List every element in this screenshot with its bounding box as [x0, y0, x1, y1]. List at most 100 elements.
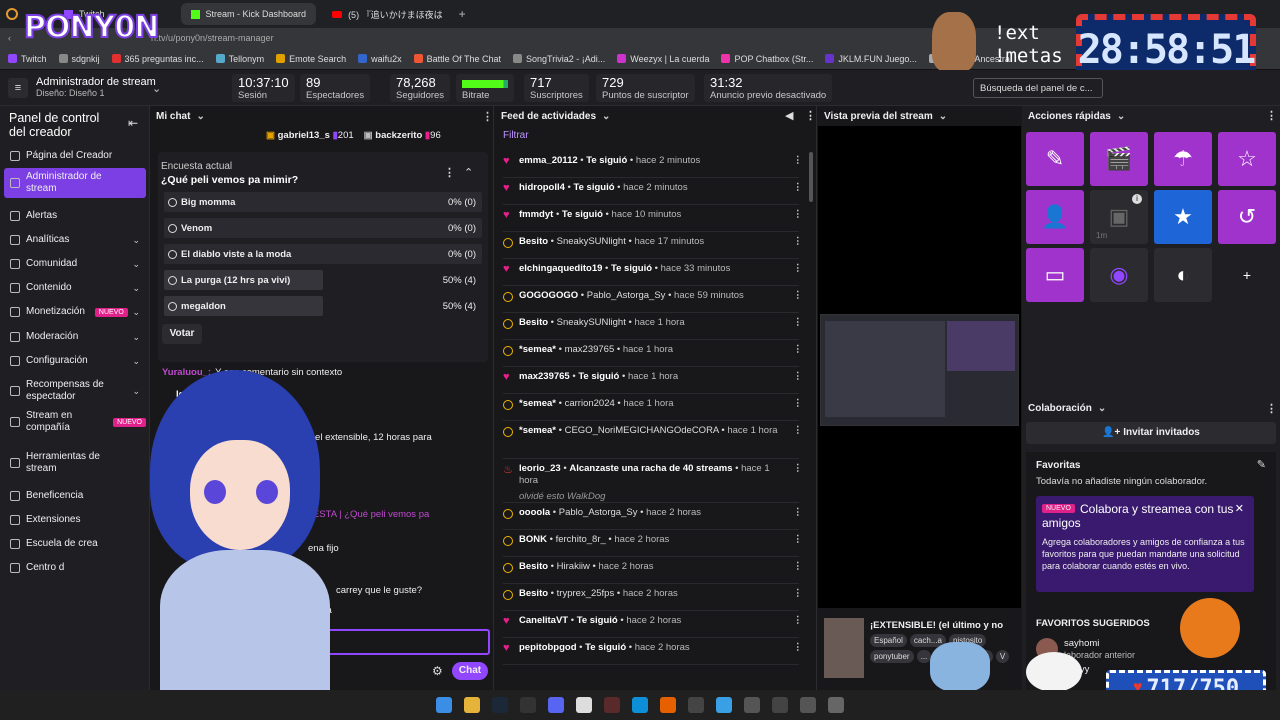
edit-icon[interactable]: ✎: [1257, 458, 1266, 471]
sidebar-item-8[interactable]: Moderación ⌄: [4, 327, 146, 347]
custom-action-button[interactable]: ◐: [1154, 248, 1212, 302]
feed-username[interactable]: max239765: [519, 371, 570, 382]
feed-username[interactable]: elchingaquedito19: [519, 263, 602, 274]
poll-menu-icon[interactable]: ⋮: [444, 166, 455, 179]
stream-tag[interactable]: V: [995, 650, 1010, 663]
bookmark-item[interactable]: waifu2x: [358, 54, 402, 64]
feed-item-menu-icon[interactable]: ⋮: [793, 642, 803, 653]
chevron-down-icon[interactable]: ⌄: [132, 235, 140, 246]
poll-collapse-icon[interactable]: ⌃: [464, 166, 473, 179]
feed-username[interactable]: *semea*: [519, 344, 556, 355]
chat-username[interactable]: Yuraluou_:: [162, 367, 211, 378]
feed-item[interactable]: ♥ emma_20112 • Te siguió • hace 2 minutos…: [503, 155, 803, 167]
feed-item[interactable]: ♨ leorio_23 • Alcanzaste una racha de 40 …: [503, 463, 803, 503]
sidebar-item-3[interactable]: Alertas: [4, 206, 146, 226]
collapse-sidebar-icon[interactable]: ⇤: [128, 116, 138, 130]
chat-message[interactable]: alta 1: [286, 466, 309, 477]
feed-item[interactable]: ♥ hidropoll4 • Te siguió • hace 2 minutos…: [503, 182, 803, 194]
extension-button[interactable]: ◉: [1090, 248, 1148, 302]
radio-button[interactable]: [168, 249, 177, 259]
chevron-down-icon[interactable]: ⌄: [132, 307, 140, 318]
firefox-icon[interactable]: [660, 697, 676, 713]
sidebar-item-13[interactable]: Beneficencia: [4, 486, 146, 506]
feed-item[interactable]: BONK • ferchito_8r_ • hace 2 horas ⋮: [503, 534, 803, 546]
replay-button[interactable]: ↺: [1218, 190, 1276, 244]
feed-item[interactable]: Besito • Hirakiiw • hace 2 horas ⋮: [503, 561, 803, 573]
feed-item-menu-icon[interactable]: ⋮: [793, 182, 803, 193]
feed-item-menu-icon[interactable]: ⋮: [793, 507, 803, 518]
feed-username[interactable]: leorio_23: [519, 463, 561, 474]
bookmark-item[interactable]: Twitch: [8, 54, 47, 64]
feed-item[interactable]: Besito • SneakySUNlight • hace 17 minuto…: [503, 236, 803, 248]
bookmark-item[interactable]: POP Chatbox (Str...: [721, 54, 813, 64]
feed-item-menu-icon[interactable]: ⋮: [793, 561, 803, 572]
chat-message[interactable]: ena fijo: [308, 543, 339, 554]
feed-item-menu-icon[interactable]: ⋮: [793, 236, 803, 247]
quick-panel-header[interactable]: Acciones rápidas ⌄: [1022, 106, 1125, 126]
feed-username[interactable]: emma_20112: [519, 155, 578, 166]
sidebar-item-15[interactable]: Escuela de crea: [4, 534, 146, 554]
ad-button[interactable]: ▣ 1m i: [1090, 190, 1148, 244]
stream-preview-video[interactable]: [820, 314, 1019, 426]
bookmark-item[interactable]: Battle Of The Chat: [413, 54, 501, 64]
sidebar-item-11[interactable]: Stream en compañía NUEVO: [4, 410, 146, 433]
bookmark-item[interactable]: SongTrivia2 - ¡Adi...: [513, 54, 605, 64]
poll-option[interactable]: Big momma 0% (0): [164, 192, 482, 212]
url-text[interactable]: n.tv/u/pony0n/stream-manager: [151, 33, 274, 43]
app-icon[interactable]: [800, 697, 816, 713]
chat-message[interactable]: leorio ena: [176, 389, 222, 400]
chat-panel-menu-icon[interactable]: ⋮: [482, 110, 493, 123]
feed-item[interactable]: *semea* • carrion2024 • hace 1 hora ⋮: [503, 398, 803, 410]
top-user-2[interactable]: ▣ backzerito ▮96: [364, 130, 441, 141]
feed-item-menu-icon[interactable]: ⋮: [793, 290, 803, 301]
top-user-1[interactable]: ▣ gabriel13_s ▮201: [266, 130, 354, 141]
feed-username[interactable]: Besito: [519, 317, 548, 328]
feed-item-menu-icon[interactable]: ⋮: [793, 463, 803, 474]
chevron-down-icon[interactable]: ⌄: [132, 259, 140, 270]
edge-icon[interactable]: [632, 697, 648, 713]
feed-username[interactable]: Besito: [519, 236, 548, 247]
stream-tag[interactable]: Español: [870, 634, 907, 647]
chat-message[interactable]: Yuraluou_: Y ese comentario sin contexto: [162, 367, 342, 378]
feed-username[interactable]: fmmdyt: [519, 209, 553, 220]
app-icon[interactable]: [772, 697, 788, 713]
layout-button[interactable]: ▭: [1026, 248, 1084, 302]
bookmark-item[interactable]: Weezyx | La cuerda: [617, 54, 709, 64]
file-explorer-icon[interactable]: [464, 697, 480, 713]
dashboard-search-input[interactable]: Búsqueda del panel de c...: [973, 78, 1103, 98]
close-icon[interactable]: ✕: [1235, 502, 1244, 515]
radio-button[interactable]: [168, 223, 177, 233]
feed-item[interactable]: *semea* • max239765 • hace 1 hora ⋮: [503, 344, 803, 356]
feed-item[interactable]: GOGOGOGO • Pablo_Astorga_Sy • hace 59 mi…: [503, 290, 803, 302]
collab-menu-icon[interactable]: ⋮: [1266, 402, 1277, 415]
feed-item[interactable]: ♥ pepitobpgod • Te siguió • hace 2 horas ⋮: [503, 642, 803, 654]
vote-button[interactable]: Votar: [162, 324, 202, 344]
sidebar-item-6[interactable]: Contenido ⌄: [4, 278, 146, 298]
feed-username[interactable]: hidropoll4: [519, 182, 565, 193]
collab-panel-header[interactable]: Colaboración ⌄: [1022, 398, 1106, 418]
feed-username[interactable]: CanelitaVT: [519, 615, 568, 626]
sidebar-item-14[interactable]: Extensiones: [4, 510, 146, 530]
feed-username[interactable]: *semea*: [519, 425, 556, 436]
app-icon[interactable]: [688, 697, 704, 713]
chevron-down-icon[interactable]: ⌄: [132, 356, 140, 367]
sidebar-item-7[interactable]: Monetización NUEVO ⌄: [4, 302, 146, 322]
feed-item[interactable]: ♥ CanelitaVT • Te siguió • hace 2 horas ⋮: [503, 615, 803, 627]
feed-item-menu-icon[interactable]: ⋮: [793, 398, 803, 409]
feed-panel-header[interactable]: Feed de actividades ⌄: [495, 106, 610, 126]
bookmark-item[interactable]: 365 preguntas inc...: [111, 54, 204, 64]
browser-menu-icon[interactable]: [6, 8, 18, 20]
steam-icon[interactable]: [492, 697, 508, 713]
bookmark-item[interactable]: sdgnkij: [58, 54, 100, 64]
feed-item-menu-icon[interactable]: ⋮: [793, 534, 803, 545]
feed-username[interactable]: Besito: [519, 588, 548, 599]
sidebar-item-10[interactable]: Recompensas de espectador ⌄: [4, 376, 146, 406]
sidebar-item-12[interactable]: Herramientas de stream: [4, 448, 146, 478]
feed-item-menu-icon[interactable]: ⋮: [793, 588, 803, 599]
favorite-button[interactable]: ☆: [1218, 132, 1276, 186]
feed-item-menu-icon[interactable]: ⋮: [793, 344, 803, 355]
chat-input[interactable]: [160, 629, 490, 655]
feed-item-menu-icon[interactable]: ⋮: [793, 155, 803, 166]
quick-menu-icon[interactable]: ⋮: [1266, 109, 1277, 122]
preview-panel-header[interactable]: Vista previa del stream ⌄: [818, 106, 1021, 126]
